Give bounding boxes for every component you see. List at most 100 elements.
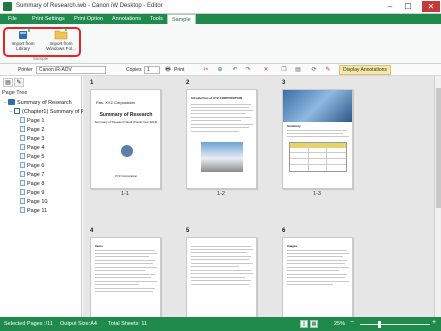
zoom-out-button[interactable]: −	[350, 319, 354, 326]
copies-label: Copies	[126, 67, 142, 73]
printer-label: Printer	[18, 67, 33, 73]
tree-page-label: Page 8	[27, 181, 45, 187]
minimize-button[interactable]: –	[383, 1, 397, 12]
library-import-icon	[19, 28, 30, 39]
copy-icon[interactable]: ❐	[280, 66, 288, 74]
tree-page[interactable]: Page 11	[20, 207, 47, 215]
page-number: 2	[186, 80, 190, 86]
editor-window: Summary of Research.iwb - Canon iW Deskt…	[0, 0, 441, 331]
page-tree-header: Page Tree	[2, 90, 28, 96]
printer-icon[interactable]: 🖶	[164, 66, 172, 74]
page-heading: Items	[95, 244, 103, 248]
maximize-button[interactable]: ☐	[401, 1, 415, 12]
tab-annotations[interactable]: Annotations	[108, 14, 145, 24]
output-size-status: Output Size:A4	[60, 321, 97, 327]
tree-page-label: Page 5	[27, 154, 45, 160]
page-icon	[20, 135, 25, 141]
tree-page[interactable]: Page 6	[20, 162, 44, 170]
page-icon	[20, 207, 25, 213]
tree-page[interactable]: Page 3	[20, 135, 44, 143]
tree-page[interactable]: Page 7	[20, 171, 44, 179]
tree-page[interactable]: Page 2	[20, 126, 44, 134]
zoom-slider-thumb[interactable]	[378, 321, 381, 328]
tree-page-label: Page 10	[27, 199, 48, 205]
copies-input[interactable]: 1	[144, 66, 160, 74]
page-thumbnail-view: 1 Pas. XYZ Corporation Summary of Resear…	[83, 76, 434, 317]
redo-icon[interactable]: ↷	[244, 66, 252, 74]
data-table	[289, 142, 347, 172]
page-heading: Summary	[287, 124, 301, 128]
merge-icon[interactable]: ✂	[202, 66, 210, 74]
tree-page-label: Page 7	[27, 172, 45, 178]
globe-logo	[121, 145, 133, 157]
page-thumbnail-3[interactable]: Summary	[282, 89, 353, 189]
tree-page-label: Page 3	[27, 136, 45, 142]
tree-chapter[interactable]: − (Chapter1) Summary of R	[8, 108, 85, 116]
tab-file[interactable]: File	[4, 14, 21, 24]
close-button[interactable]: ✕	[422, 1, 440, 12]
app-icon	[3, 2, 12, 11]
tree-chapter-label: (Chapter1) Summary of R	[22, 109, 85, 115]
import-from-library-label: Import from Library	[11, 41, 35, 51]
import-from-windows-folder-button[interactable]: Import from Windows Fol...	[43, 28, 79, 54]
page-thumbnail-4[interactable]: Items	[90, 237, 161, 317]
tree-page[interactable]: Page 4	[20, 144, 44, 152]
page-number: 6	[282, 228, 286, 234]
page-number: 3	[282, 80, 286, 86]
tree-page-label: Page 11	[27, 208, 48, 214]
page-label: 1-2	[217, 191, 225, 197]
header-photo	[283, 90, 352, 122]
paste-icon[interactable]: ▤	[294, 66, 302, 74]
page-icon	[20, 171, 25, 177]
status-bar: Selected Pages :/11 Output Size:A4 Total…	[0, 317, 441, 331]
page-thumbnail-1[interactable]: Pas. XYZ Corporation Summary of Research…	[90, 89, 161, 189]
page-thumbnail-6[interactable]: Images	[282, 237, 353, 317]
tree-page[interactable]: Page 10	[20, 198, 48, 206]
page-number: 1	[90, 80, 94, 86]
print-button[interactable]: Print	[174, 67, 184, 73]
tree-tab-icon[interactable]: ▤	[3, 78, 13, 87]
zoom-in-button[interactable]: +	[432, 319, 436, 326]
display-annotations-button[interactable]: Display Annotations	[339, 65, 391, 75]
insert-icon[interactable]: ⊕	[216, 66, 224, 74]
delete-icon[interactable]: ✕	[262, 66, 270, 74]
page-icon	[20, 189, 25, 195]
tab-print-settings[interactable]: Print Settings	[28, 14, 69, 24]
scrollbar-thumb[interactable]	[436, 88, 441, 208]
view-mode-single-icon[interactable]: ▯	[300, 320, 308, 328]
undo-icon[interactable]: ↶	[231, 66, 239, 74]
building-photo	[201, 142, 243, 172]
cover-subtitle: Summary of Research Work (Fiscal Year 20…	[94, 120, 158, 124]
folder-import-icon	[54, 28, 68, 40]
page-thumbnail-5[interactable]	[186, 237, 257, 317]
tree-page-label: Page 6	[27, 163, 45, 169]
tree-page[interactable]: Page 9	[20, 189, 44, 197]
zoom-slider[interactable]	[360, 324, 430, 325]
view-mode-thumbnail-icon[interactable]: ▦	[310, 320, 318, 328]
bookmark-tab-icon[interactable]: ✎	[14, 78, 24, 87]
tree-page[interactable]: Page 1	[20, 117, 44, 125]
company-text: Pas. XYZ Corporation	[96, 100, 135, 105]
window-title: Summary of Research.iwb - Canon iW Deskt…	[16, 3, 163, 9]
page-heading: Images	[287, 244, 298, 248]
page-icon	[20, 198, 25, 204]
vertical-scrollbar[interactable]	[434, 76, 441, 317]
annotation-icon[interactable]: ✎	[324, 66, 332, 74]
tree-page-label: Page 2	[27, 127, 45, 133]
tree-page[interactable]: Page 8	[20, 180, 44, 188]
page-thumbnail-2[interactable]: Introduction of XYZ CORPORATION	[186, 89, 257, 189]
tab-print-option[interactable]: Print Option	[70, 14, 107, 24]
page-icon	[20, 144, 25, 150]
cover-heading: Summary of Research	[99, 112, 153, 118]
import-from-windows-folder-label: Import from Windows Fol...	[46, 41, 76, 51]
tree-page[interactable]: Page 5	[20, 153, 44, 161]
tab-tools[interactable]: Tools	[146, 14, 167, 24]
tab-sample[interactable]: Sample	[167, 14, 196, 24]
printer-select[interactable]: Canon iR-ADV	[36, 66, 106, 74]
tree-root[interactable]: − Summary of Research	[2, 99, 72, 107]
print-toolbar: Printer Canon iR-ADV Copies 1 🖶 Print ✂ …	[0, 64, 441, 76]
page-number: 5	[186, 228, 190, 234]
rotate-icon[interactable]: ⟳	[310, 66, 318, 74]
import-from-library-button[interactable]: Import from Library	[5, 28, 41, 54]
ribbon-group-label: Sample	[33, 56, 49, 61]
